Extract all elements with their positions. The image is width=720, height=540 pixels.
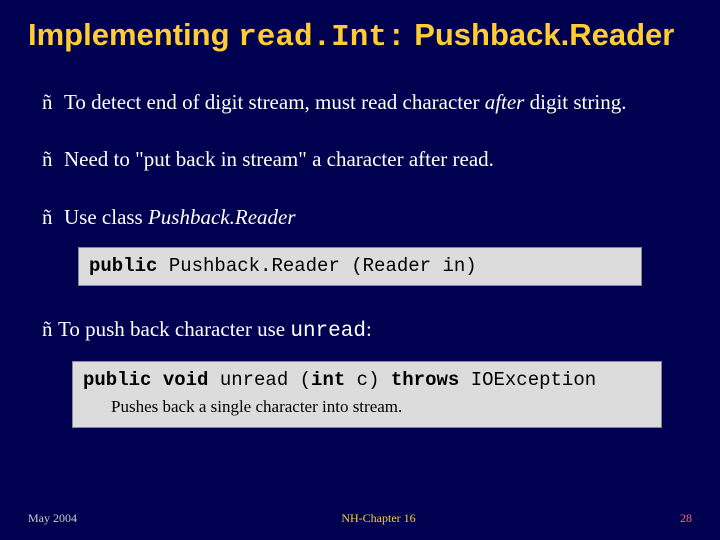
slide: Implementing read.Int: Pushback.Reader ñ… <box>0 0 720 540</box>
footer-date: May 2004 <box>28 511 77 526</box>
bullet-3-em: Pushback.Reader <box>148 205 296 229</box>
bullet-4-code: unread <box>290 320 366 343</box>
bullet-marker: ñ <box>42 146 64 173</box>
bullet-1-em: after <box>485 90 525 114</box>
title-text-post: Pushback.Reader <box>406 17 675 52</box>
bullet-1: ñTo detect end of digit stream, must rea… <box>28 89 692 116</box>
code-keyword: int <box>311 369 345 391</box>
code-text: unread ( <box>208 369 311 391</box>
bullet-3-pre: Use class <box>64 205 148 229</box>
code-rest: Pushback.Reader (Reader in) <box>157 255 476 277</box>
title-text-pre: Implementing <box>28 17 238 52</box>
bullet-2: ñNeed to "put back in stream" a characte… <box>28 146 692 173</box>
bullet-1-pre: To detect end of digit stream, must read… <box>64 90 485 114</box>
slide-title: Implementing read.Int: Pushback.Reader <box>28 18 692 55</box>
code-keyword: public void <box>83 369 208 391</box>
bullet-4: ñTo push back character use unread: <box>28 316 692 345</box>
code-keyword: public <box>89 255 157 277</box>
footer-chapter: NH-Chapter 16 <box>77 511 680 526</box>
footer: May 2004 NH-Chapter 16 28 <box>0 511 720 526</box>
code-box-2: public void unread (int c) throws IOExce… <box>72 361 662 428</box>
bullet-4-post: : <box>366 317 372 341</box>
title-code: read.Int: <box>238 20 405 55</box>
code-text: IOException <box>459 369 596 391</box>
bullet-marker: ñ <box>42 89 64 116</box>
bullet-marker: ñ <box>42 204 64 231</box>
code-line-1: public Pushback.Reader (Reader in) <box>89 254 631 279</box>
bullet-1-post: digit string. <box>524 90 626 114</box>
code-keyword: throws <box>391 369 459 391</box>
bullet-marker: ñ <box>42 316 58 343</box>
footer-page-number: 28 <box>680 511 692 526</box>
code-caption: Pushes back a single character into stre… <box>83 393 651 417</box>
code-line-2: public void unread (int c) throws IOExce… <box>83 368 651 393</box>
bullet-2-text: Need to "put back in stream" a character… <box>64 147 494 171</box>
code-box-1: public Pushback.Reader (Reader in) <box>78 247 642 286</box>
bullet-3: ñUse class Pushback.Reader <box>28 204 692 231</box>
bullet-4-pre: To push back character use <box>58 317 290 341</box>
code-text: c) <box>345 369 391 391</box>
